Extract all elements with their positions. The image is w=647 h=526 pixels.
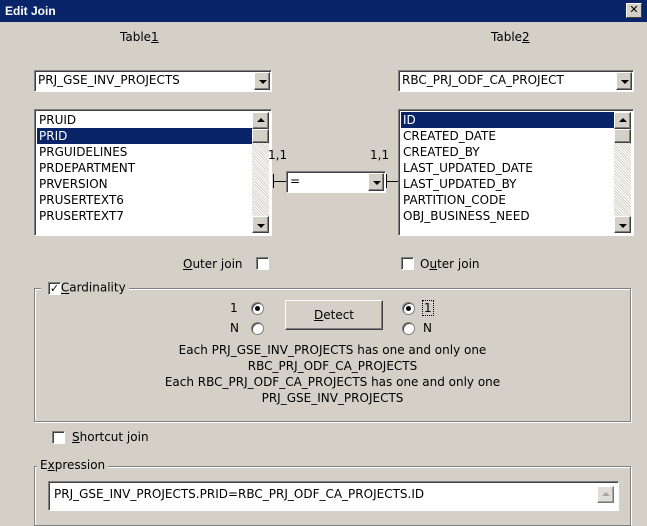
arrow-down-icon xyxy=(619,224,627,228)
list-item[interactable]: PRUSERTEXT6 xyxy=(37,192,252,208)
list-item[interactable]: LAST_UPDATED_DATE xyxy=(401,160,614,176)
right-card-one-label: 1 xyxy=(422,300,434,316)
cardinality-description-line-4: PRJ_GSE_INV_PROJECTS xyxy=(261,391,404,405)
close-button[interactable]: ✕ xyxy=(626,3,642,18)
table1-select[interactable]: PRJ_GSE_INV_PROJECTS xyxy=(34,70,272,92)
arrow-up-icon xyxy=(602,492,610,496)
table1-label: Table1 xyxy=(120,30,159,44)
left-cardinality-label: 1,1 xyxy=(268,148,288,162)
list-item[interactable]: PRUID xyxy=(37,112,252,128)
scroll-down-button[interactable] xyxy=(252,216,269,233)
cardinality-legend: ✓ Cardinality xyxy=(41,280,129,297)
close-icon: ✕ xyxy=(629,3,639,16)
list-item[interactable]: PARTITION_CODE xyxy=(401,192,614,208)
left-card-n-label: N xyxy=(230,321,239,335)
list-item[interactable]: PRDEPARTMENT xyxy=(37,160,252,176)
scroll-down-button[interactable] xyxy=(614,216,631,233)
right-card-n-radio[interactable] xyxy=(402,322,415,335)
table1-scrollbar[interactable] xyxy=(252,112,269,233)
right-cardinality-label: 1,1 xyxy=(370,148,390,162)
connector-line-left xyxy=(273,181,286,182)
cardinality-description-line-2: RBC_PRJ_ODF_CA_PROJECTS xyxy=(247,359,418,373)
arrow-down-icon xyxy=(257,224,265,228)
chevron-down-icon xyxy=(373,181,381,185)
scroll-up-button[interactable] xyxy=(252,112,269,129)
list-item[interactable]: CREATED_BY xyxy=(401,144,614,160)
expression-legend: Expression xyxy=(37,458,109,472)
window-title: Edit Join xyxy=(5,4,56,18)
list-item[interactable]: PRVERSION xyxy=(37,176,252,192)
detect-button[interactable]: Detect xyxy=(285,300,383,330)
left-card-n-radio[interactable] xyxy=(251,322,264,335)
cardinality-checkbox[interactable]: ✓ xyxy=(48,282,61,295)
connector-line-right xyxy=(386,181,398,182)
expression-field[interactable]: PRJ_GSE_INV_PROJECTS.PRID=RBC_PRJ_ODF_CA… xyxy=(48,481,619,511)
list-item-selected[interactable]: ID xyxy=(401,112,614,128)
shortcut-join-label: Shortcut join xyxy=(72,430,149,444)
title-bar: Edit Join xyxy=(0,0,647,22)
outer-join-right-label: Outer join xyxy=(420,257,480,271)
outer-join-left-checkbox[interactable] xyxy=(256,257,269,270)
arrow-up-icon xyxy=(257,118,265,122)
table2-column-list[interactable]: ID CREATED_DATE CREATED_BY LAST_UPDATED_… xyxy=(398,109,634,236)
scroll-up-button[interactable] xyxy=(614,112,631,129)
list-item[interactable]: LAST_UPDATED_BY xyxy=(401,176,614,192)
table1-select-value: PRJ_GSE_INV_PROJECTS xyxy=(38,73,180,87)
left-card-one-label: 1 xyxy=(230,301,238,315)
table2-scrollbar[interactable] xyxy=(614,112,631,233)
operator-select[interactable]: = xyxy=(286,171,386,193)
chevron-down-icon xyxy=(259,80,267,84)
table1-dropdown-button[interactable] xyxy=(254,72,270,90)
table2-select[interactable]: RBC_PRJ_ODF_CA_PROJECT xyxy=(398,70,634,92)
operator-dropdown-button[interactable] xyxy=(368,173,384,191)
expression-scroll-up[interactable] xyxy=(597,486,614,503)
outer-join-left-label: Outer join xyxy=(183,257,243,271)
list-item[interactable]: PRUSERTEXT7 xyxy=(37,208,252,224)
scroll-thumb[interactable] xyxy=(252,129,269,143)
cardinality-label: Cardinality xyxy=(60,280,126,295)
list-item-selected[interactable]: PRID xyxy=(37,128,252,144)
table2-dropdown-button[interactable] xyxy=(616,72,632,90)
table1-column-list[interactable]: PRUID PRID PRGUIDELINES PRDEPARTMENT PRV… xyxy=(34,109,272,236)
outer-join-right-checkbox[interactable] xyxy=(401,257,414,270)
list-item[interactable]: OBJ_BUSINESS_NEED xyxy=(401,208,614,224)
right-card-n-label: N xyxy=(423,321,432,335)
expression-value: PRJ_GSE_INV_PROJECTS.PRID=RBC_PRJ_ODF_CA… xyxy=(54,487,425,501)
right-card-one-radio[interactable] xyxy=(402,302,415,315)
table2-select-value: RBC_PRJ_ODF_CA_PROJECT xyxy=(402,73,564,87)
list-item[interactable]: CREATED_DATE xyxy=(401,128,614,144)
connector-line-right-vertical xyxy=(386,174,387,188)
operator-value: = xyxy=(290,174,301,188)
arrow-up-icon xyxy=(619,118,627,122)
list-item[interactable]: PRGUIDELINES xyxy=(37,144,252,160)
check-icon: ✓ xyxy=(49,282,60,295)
left-card-one-radio[interactable] xyxy=(251,302,264,315)
shortcut-join-checkbox[interactable] xyxy=(52,431,65,444)
chevron-down-icon xyxy=(621,80,629,84)
table2-label: Table2 xyxy=(491,30,530,44)
cardinality-description-line-1: Each PRJ_GSE_INV_PROJECTS has one and on… xyxy=(178,343,487,357)
scroll-thumb[interactable] xyxy=(614,129,631,143)
cardinality-description-line-3: Each RBC_PRJ_ODF_CA_PROJECTS has one and… xyxy=(164,375,501,389)
